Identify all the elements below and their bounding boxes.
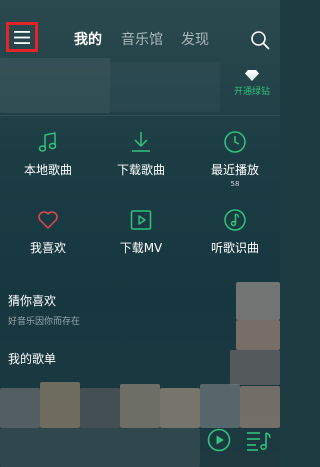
background-mosaic xyxy=(0,428,200,467)
vip-label: 开通绿钻 xyxy=(233,87,270,97)
background-mosaic xyxy=(80,388,120,428)
tab-mine[interactable]: 我的 xyxy=(74,29,102,49)
video-play-icon xyxy=(130,210,152,230)
background-mosaic xyxy=(160,388,200,428)
favorites-label: 我喜欢 xyxy=(29,241,66,255)
search-icon[interactable] xyxy=(250,30,270,50)
tab-music-hall[interactable]: 音乐馆 xyxy=(121,29,163,49)
background-mosaic xyxy=(0,388,40,428)
top-bar: 我的 音乐馆 发现 xyxy=(0,0,280,62)
music-recognition-button[interactable]: 听歌识曲 xyxy=(195,208,275,256)
download-icon xyxy=(132,132,150,152)
background-mosaic xyxy=(40,382,80,428)
diamond-icon xyxy=(245,70,259,81)
tab-discover[interactable]: 发现 xyxy=(181,29,209,49)
clock-icon xyxy=(224,131,246,153)
my-playlists-section[interactable]: 我的歌单 xyxy=(8,350,56,367)
local-songs-label: 本地歌曲 xyxy=(23,163,72,177)
background-mosaic xyxy=(120,384,160,428)
downloaded-mv-button[interactable]: 下载MV xyxy=(101,208,181,256)
recently-played-count: 58 xyxy=(230,180,240,188)
music-recognition-icon xyxy=(224,209,246,231)
background-mosaic xyxy=(236,320,280,350)
background-mosaic xyxy=(236,282,280,320)
guess-you-like-subtitle: 好音乐因你而存在 xyxy=(8,317,81,327)
background-mosaic xyxy=(230,350,280,385)
downloaded-songs-button[interactable]: 下载歌曲 xyxy=(101,130,181,178)
app-screen: 我的 音乐馆 发现 开通绿钻 本地歌曲 下载歌曲 最近播放 58 我喜欢 下载M… xyxy=(0,0,280,467)
tab-bar: 我的 音乐馆 发现 xyxy=(0,29,280,49)
recently-played-label: 最近播放 xyxy=(210,163,259,177)
playlist-queue-icon[interactable] xyxy=(246,430,272,452)
local-songs-button[interactable]: 本地歌曲 xyxy=(8,130,88,178)
divider xyxy=(0,115,280,116)
music-recognition-label: 听歌识曲 xyxy=(210,241,259,255)
downloaded-mv-label: 下载MV xyxy=(119,241,163,255)
play-icon[interactable] xyxy=(207,428,231,452)
background-mosaic xyxy=(0,58,110,113)
guess-you-like-section[interactable]: 猜你喜欢 好音乐因你而存在 xyxy=(8,292,80,327)
downloaded-songs-label: 下载歌曲 xyxy=(116,163,165,177)
music-note-icon xyxy=(38,132,57,152)
my-playlists-title: 我的歌单 xyxy=(8,352,57,366)
favorites-button[interactable]: 我喜欢 xyxy=(8,208,88,256)
heart-icon xyxy=(38,211,58,229)
background-mosaic xyxy=(240,386,280,428)
guess-you-like-title: 猜你喜欢 xyxy=(8,294,57,308)
background-mosaic xyxy=(200,384,240,428)
recently-played-button[interactable]: 最近播放 58 xyxy=(195,130,275,188)
background-mosaic xyxy=(110,62,220,112)
vip-button[interactable]: 开通绿钻 xyxy=(228,70,276,102)
